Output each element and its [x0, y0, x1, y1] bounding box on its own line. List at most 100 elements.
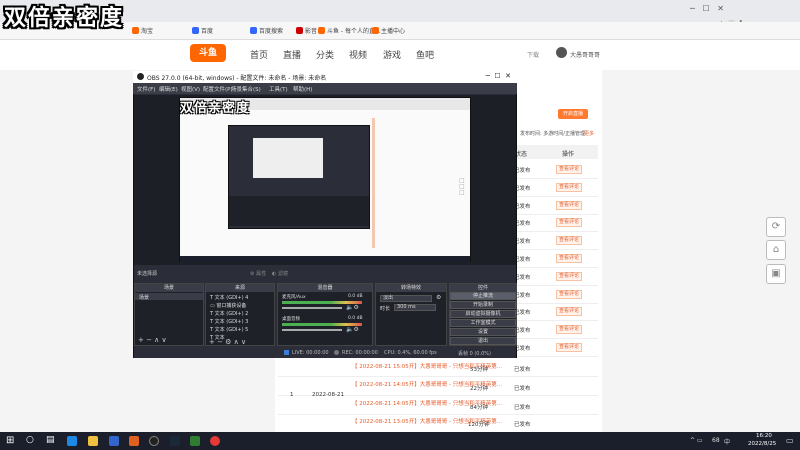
transition-select[interactable]: 淡出: [380, 295, 432, 302]
scene-item[interactable]: 场景: [139, 294, 149, 301]
view-comments-button[interactable]: 查看评论: [556, 343, 582, 352]
preview-side-controls[interactable]: □ □ □: [459, 178, 466, 198]
studio-mode-button[interactable]: 工作室模式: [450, 319, 516, 327]
source-item[interactable]: T 文本 (GDI+) 4: [210, 294, 248, 301]
site-logo[interactable]: 斗鱼: [190, 44, 226, 62]
bookmark-extra[interactable]: 影音: [305, 28, 317, 35]
obs-menu-help[interactable]: 帮助(H): [293, 85, 312, 93]
settings-button[interactable]: 设置: [450, 328, 516, 336]
filter-more-link[interactable]: 更多: [584, 130, 594, 137]
edge-icon[interactable]: [67, 436, 77, 446]
speaker-icon[interactable]: 🔈⚙: [346, 326, 359, 333]
bookmark-taobao[interactable]: 淘宝: [141, 28, 153, 35]
view-comments-button[interactable]: 查看评论: [556, 289, 582, 299]
exit-button[interactable]: 退出: [450, 337, 516, 345]
row-status: 已发布: [514, 386, 531, 392]
stop-streaming-button[interactable]: 停止推流: [450, 292, 516, 300]
obs-preview-canvas[interactable]: [179, 97, 471, 262]
file-explorer-icon[interactable]: [88, 436, 98, 446]
row-status: 已发布: [514, 422, 531, 428]
text-source-icon: T: [210, 311, 214, 317]
nav-category[interactable]: 分类: [316, 48, 334, 61]
view-comments-button[interactable]: 查看评论: [556, 218, 582, 228]
mixer-channel-name: 桌面音频: [282, 317, 300, 322]
obs-menubar: 文件(F) 编辑(E) 视图(V) 配置文件(P) 场景集合(S) 工具(T) …: [133, 83, 517, 94]
nav-live[interactable]: 直播: [283, 48, 301, 61]
dock-sources-title: 来源: [206, 284, 274, 292]
filters-button[interactable]: ◐ 滤镜: [272, 270, 288, 277]
source-label: 文本 (GDI+) 5: [214, 327, 249, 333]
dock-controls-title: 控件: [450, 284, 516, 292]
search-icon[interactable]: ○: [26, 435, 34, 445]
bookmark-anchor-center[interactable]: 主播中心: [381, 28, 405, 35]
clock-time[interactable]: 16:20: [756, 433, 772, 439]
volume-value[interactable]: 68: [712, 437, 720, 444]
view-comments-button[interactable]: 查看评论: [556, 325, 582, 335]
obs-menu-file[interactable]: 文件(F): [137, 85, 155, 93]
nav-fishbar[interactable]: 鱼吧: [416, 48, 434, 61]
status-live: LIVE: 00:00:00: [292, 350, 329, 356]
view-comments-button[interactable]: 查看评论: [556, 200, 582, 210]
view-comments-button[interactable]: 查看评论: [556, 254, 582, 263]
dock-mixer-title: 混音器: [278, 284, 372, 292]
obs-taskbar-icon[interactable]: [149, 436, 159, 446]
steam-icon[interactable]: [170, 436, 180, 446]
obs-menu-profile[interactable]: 配置文件(P): [203, 85, 233, 93]
download-link[interactable]: 下载: [527, 50, 539, 59]
browser-window-controls[interactable]: ─ ☐ ✕: [690, 4, 724, 13]
obs-menu-edit[interactable]: 编辑(E): [159, 85, 178, 93]
share-icon[interactable]: ⟳: [766, 217, 786, 237]
duration-label: 时长: [380, 306, 391, 312]
avatar[interactable]: [556, 47, 567, 58]
source-item[interactable]: T 文本 (GDI+) 3: [210, 318, 248, 325]
status-cpu: CPU: 0.4%, 60.00 fps: [384, 350, 437, 356]
store-icon[interactable]: [109, 436, 119, 446]
source-dock-buttons[interactable]: + − ⚙ ∧ ∨: [209, 338, 246, 346]
start-live-button[interactable]: 开启直播: [558, 109, 588, 119]
view-comments-button[interactable]: 查看评论: [556, 307, 582, 317]
filters-label: 滤镜: [277, 271, 288, 277]
source-item[interactable]: ▭ 窗口捕获设备: [210, 302, 246, 309]
virtual-camera-button[interactable]: 启动虚拟摄像机: [450, 310, 516, 318]
tray-icons[interactable]: ^ ▭: [690, 437, 703, 444]
obs-menu-scene-collection[interactable]: 场景集合(S): [231, 85, 261, 93]
obs-menu-tools[interactable]: 工具(T): [269, 85, 288, 93]
notification-icon[interactable]: ▭: [786, 436, 794, 445]
dock-transitions-title: 转场特效: [376, 284, 446, 292]
transition-gear-icon[interactable]: ⚙: [436, 294, 441, 301]
view-comments-button[interactable]: 查看评论: [556, 271, 582, 281]
task-view-icon[interactable]: ▤: [46, 435, 55, 445]
start-recording-button[interactable]: 开始录制: [450, 301, 516, 309]
obs-titlebar[interactable]: OBS 27.0.0 (64-bit, windows) - 配置文件: 未命名…: [133, 71, 517, 83]
speaker-icon[interactable]: 🔈⚙: [346, 304, 359, 311]
language-indicator[interactable]: 中: [724, 437, 730, 446]
windows-start-icon[interactable]: ⊞: [6, 435, 14, 446]
source-item[interactable]: T 文本 (GDI+) 5: [210, 326, 248, 333]
app-icon[interactable]: [129, 436, 139, 446]
scene-dock-buttons[interactable]: + − ∧ ∨: [138, 336, 167, 344]
nav-game[interactable]: 游戏: [383, 48, 401, 61]
nav-home[interactable]: 首页: [250, 48, 268, 61]
view-comments-button[interactable]: 查看评论: [556, 165, 582, 174]
view-comments-button[interactable]: 查看评论: [556, 182, 582, 192]
mixer-volume-slider[interactable]: [282, 329, 342, 331]
source-label: 文本 (GDI+) 4: [214, 295, 249, 301]
chrome-icon[interactable]: [210, 436, 220, 446]
obs-window-controls[interactable]: ─ ☐ ✕: [486, 72, 511, 80]
source-label: 文本 (GDI+) 3: [214, 319, 249, 325]
row-duration: 53分钟: [470, 367, 488, 373]
bookmark-baidu-search[interactable]: 百度搜索: [259, 28, 283, 35]
obs-menu-view[interactable]: 视图(V): [181, 85, 200, 93]
app-icon[interactable]: [190, 436, 200, 446]
mixer-volume-slider[interactable]: [282, 307, 342, 309]
properties-button[interactable]: ⚙ 属性: [250, 270, 266, 277]
bookmark-baidu[interactable]: 百度: [201, 28, 213, 35]
nav-video[interactable]: 视频: [349, 48, 367, 61]
user-name[interactable]: 大愚哥哥哥: [570, 50, 600, 59]
home-icon[interactable]: ⌂: [766, 240, 786, 260]
source-item[interactable]: T 文本 (GDI+) 2: [210, 310, 248, 317]
view-comments-button[interactable]: 查看评论: [556, 236, 582, 246]
app-icon[interactable]: ▣: [766, 264, 786, 284]
clock-date[interactable]: 2022/8/25: [748, 441, 776, 447]
duration-input[interactable]: 300 ms: [394, 304, 436, 311]
